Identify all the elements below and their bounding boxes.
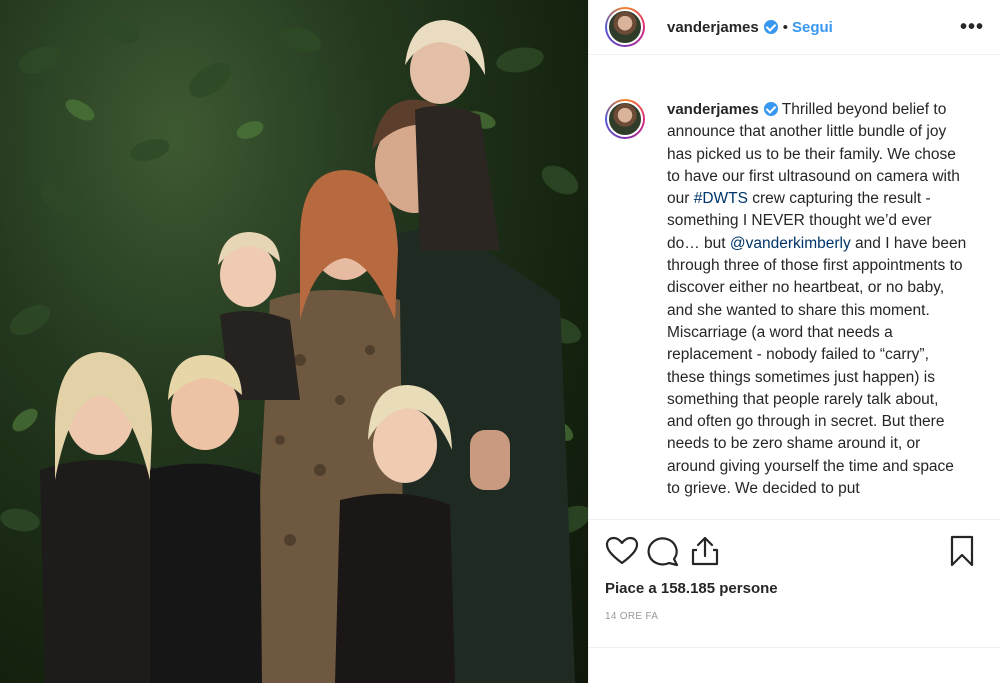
comment-icon[interactable]	[647, 535, 681, 567]
share-icon[interactable]	[689, 535, 721, 567]
hashtag-link[interactable]: #DWTS	[694, 190, 748, 207]
bookmark-icon[interactable]	[948, 535, 976, 567]
instagram-post: vanderjames • Segui ••• vanderjames Thri…	[0, 0, 1000, 683]
action-icons	[605, 534, 984, 568]
profile-avatar[interactable]	[605, 7, 645, 47]
caption-text: vanderjames Thrilled beyond belief to an…	[667, 99, 967, 519]
likes-count[interactable]: Piace a 158.185 persone	[605, 580, 984, 597]
verified-icon	[763, 20, 778, 34]
family-photo-illustration	[0, 16, 588, 683]
avatar-image	[607, 9, 643, 45]
mention-link[interactable]: @vanderkimberly	[730, 235, 851, 252]
avatar-image	[607, 101, 643, 137]
caption-avatar[interactable]	[605, 99, 645, 139]
post-sidebar: vanderjames • Segui ••• vanderjames Thri…	[588, 0, 1000, 683]
caption-text-part: and I have been through three of those f…	[667, 234, 967, 498]
header-username[interactable]: vanderjames	[667, 19, 759, 36]
comment-area	[589, 647, 1000, 683]
separator-dot: •	[782, 18, 788, 36]
post-header: vanderjames • Segui •••	[589, 0, 1000, 55]
caption-username[interactable]: vanderjames	[667, 101, 759, 118]
actions-section: Piace a 158.185 persone 14 ORE FA	[589, 519, 1000, 647]
post-timestamp[interactable]: 14 ORE FA	[605, 611, 984, 622]
more-options-icon[interactable]: •••	[960, 16, 984, 39]
post-photo[interactable]	[0, 0, 588, 683]
verified-icon	[763, 102, 778, 116]
follow-button[interactable]: Segui	[792, 19, 833, 36]
heart-icon[interactable]	[605, 536, 639, 566]
caption-section: vanderjames Thrilled beyond belief to an…	[589, 55, 1000, 519]
